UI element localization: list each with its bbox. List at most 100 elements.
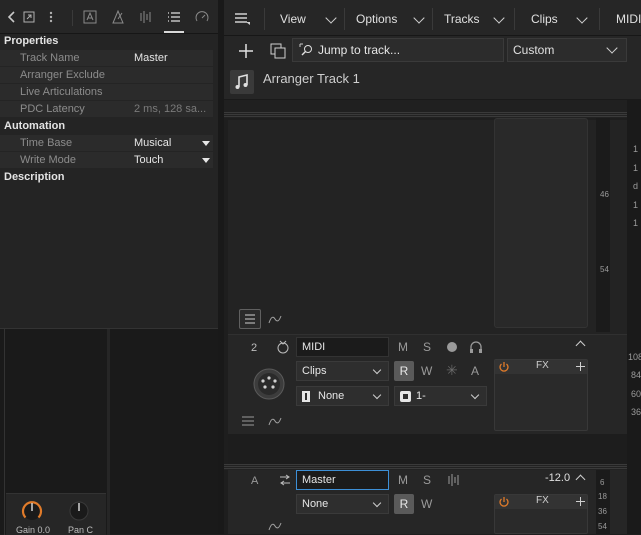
inspector-toolbar [0, 0, 218, 34]
channel-dropdown[interactable]: 1- [394, 386, 487, 406]
expand-icon[interactable] [21, 9, 37, 25]
chevron-down-icon[interactable] [576, 12, 588, 24]
side-number: 60 [631, 389, 641, 399]
master-track-label: A [251, 475, 259, 487]
power-icon[interactable] [498, 496, 510, 508]
menu-midi[interactable]: MIDI [616, 12, 641, 26]
track-number: 2 [251, 342, 258, 354]
automation-curve-icon[interactable] [268, 415, 282, 427]
arranger-exclude-value[interactable] [130, 67, 213, 83]
collapse-chevron-icon[interactable] [575, 340, 586, 351]
automation-curve-icon[interactable] [268, 313, 282, 325]
add-fx-icon[interactable] [575, 361, 586, 372]
property-row-arranger-exclude[interactable]: Arranger Exclude [0, 67, 213, 83]
solo-button[interactable]: S [423, 340, 431, 354]
metronome-icon[interactable] [110, 9, 126, 25]
track-mode-label: Clips [302, 365, 327, 377]
hamburger-menu-icon[interactable] [234, 12, 252, 26]
asterisk-icon[interactable]: ✳ [446, 362, 458, 379]
menu-view[interactable]: View [280, 12, 306, 26]
side-number: d [633, 181, 639, 191]
automation-section-title: Automation [4, 120, 66, 132]
chevron-down-icon[interactable] [202, 141, 210, 146]
description-section-title: Description [4, 171, 65, 183]
menu-clips[interactable]: Clips [531, 12, 558, 26]
write-button[interactable]: W [421, 497, 432, 511]
meter-mark: 54 [600, 265, 609, 274]
property-label: Write Mode [20, 154, 77, 166]
list-icon[interactable] [164, 9, 184, 33]
levels-icon[interactable] [447, 474, 461, 486]
inspector-panel: Properties Track Name Master Arranger Ex… [0, 0, 218, 535]
add-track-icon[interactable] [236, 41, 256, 61]
headphones-icon[interactable] [469, 340, 483, 354]
live-articulations-value[interactable] [130, 84, 213, 100]
meter-mark: 6 [600, 478, 605, 487]
chevron-down-icon [372, 390, 382, 400]
property-label: Track Name [20, 52, 80, 64]
more-vertical-icon[interactable] [43, 9, 59, 25]
property-row-live-articulations[interactable]: Live Articulations [0, 84, 213, 100]
channel-controls: Gain 0.0 Pan C [6, 493, 106, 535]
property-label: Arranger Exclude [20, 69, 105, 81]
side-number: 1 [633, 163, 639, 173]
time-base-dropdown[interactable]: Musical [130, 135, 213, 151]
chevron-down-icon[interactable] [325, 12, 337, 24]
property-row-time-base[interactable]: Time Base Musical [0, 135, 213, 151]
search-icon [299, 43, 315, 57]
clip-area[interactable] [494, 118, 588, 328]
master-track: A Master M S -12.0 None R W FX 6 18 36 5… [228, 470, 628, 534]
mute-button[interactable]: M [398, 340, 408, 354]
master-name-field[interactable]: Master [296, 470, 389, 490]
write-button[interactable]: W [421, 364, 432, 378]
automation-curve-icon[interactable] [268, 520, 282, 532]
collapse-chevron-icon[interactable] [575, 474, 586, 485]
record-arm-icon[interactable] [447, 342, 457, 352]
track-mode-dropdown[interactable]: Clips [296, 361, 389, 381]
toolbar-divider [72, 10, 73, 26]
arranger-track-title: Arranger Track 1 [263, 71, 360, 86]
view-preset-dropdown[interactable]: Custom [507, 38, 627, 62]
right-edge-panel: 1 1 d 1 1 108 84 60 36 [627, 100, 641, 534]
mixer-divider [107, 329, 110, 535]
track-name-value[interactable]: Master [130, 50, 213, 66]
track-list-icon[interactable] [239, 309, 261, 329]
input-dropdown[interactable]: None [296, 386, 389, 406]
solo-button[interactable]: S [423, 473, 431, 487]
output-dropdown[interactable]: None [296, 494, 389, 514]
add-fx-icon[interactable] [575, 496, 586, 507]
property-row-write-mode[interactable]: Write Mode Touch [0, 152, 213, 168]
menu-tracks[interactable]: Tracks [444, 12, 480, 26]
read-button[interactable]: R [394, 494, 414, 514]
chevron-down-icon[interactable] [202, 158, 210, 163]
menu-separator [264, 8, 265, 30]
write-mode-dropdown[interactable]: Touch [130, 152, 213, 168]
fx-slot[interactable]: FX [494, 494, 588, 534]
channel-label: 1- [416, 390, 426, 402]
music-note-icon [230, 70, 254, 94]
duplicate-icon[interactable] [268, 41, 288, 61]
read-button[interactable]: R [394, 361, 414, 381]
gauge-icon[interactable] [194, 9, 210, 25]
fx-slot[interactable]: FX [494, 359, 588, 431]
chevron-left-icon[interactable] [4, 9, 20, 25]
chevron-down-icon[interactable] [493, 12, 505, 24]
chevron-down-icon[interactable] [606, 42, 618, 54]
text-frame-icon[interactable] [82, 9, 98, 25]
automation-button[interactable]: A [471, 364, 479, 378]
levels-icon[interactable] [138, 9, 154, 25]
chevron-down-icon[interactable] [413, 12, 425, 24]
output-label: None [302, 498, 329, 510]
track-list-icon[interactable] [241, 415, 255, 427]
mute-button[interactable]: M [398, 473, 408, 487]
power-icon[interactable] [498, 361, 510, 373]
property-label: Live Articulations [20, 86, 103, 98]
gain-knob[interactable] [19, 498, 45, 524]
view-preset-label: Custom [513, 43, 555, 57]
jump-to-track-input[interactable]: Jump to track... [292, 38, 504, 62]
property-row-track-name[interactable]: Track Name Master [0, 50, 213, 66]
track-name-field[interactable]: MIDI [296, 337, 389, 357]
channel-icon [400, 391, 411, 402]
pan-knob[interactable] [66, 498, 92, 524]
menu-options[interactable]: Options [356, 12, 397, 26]
